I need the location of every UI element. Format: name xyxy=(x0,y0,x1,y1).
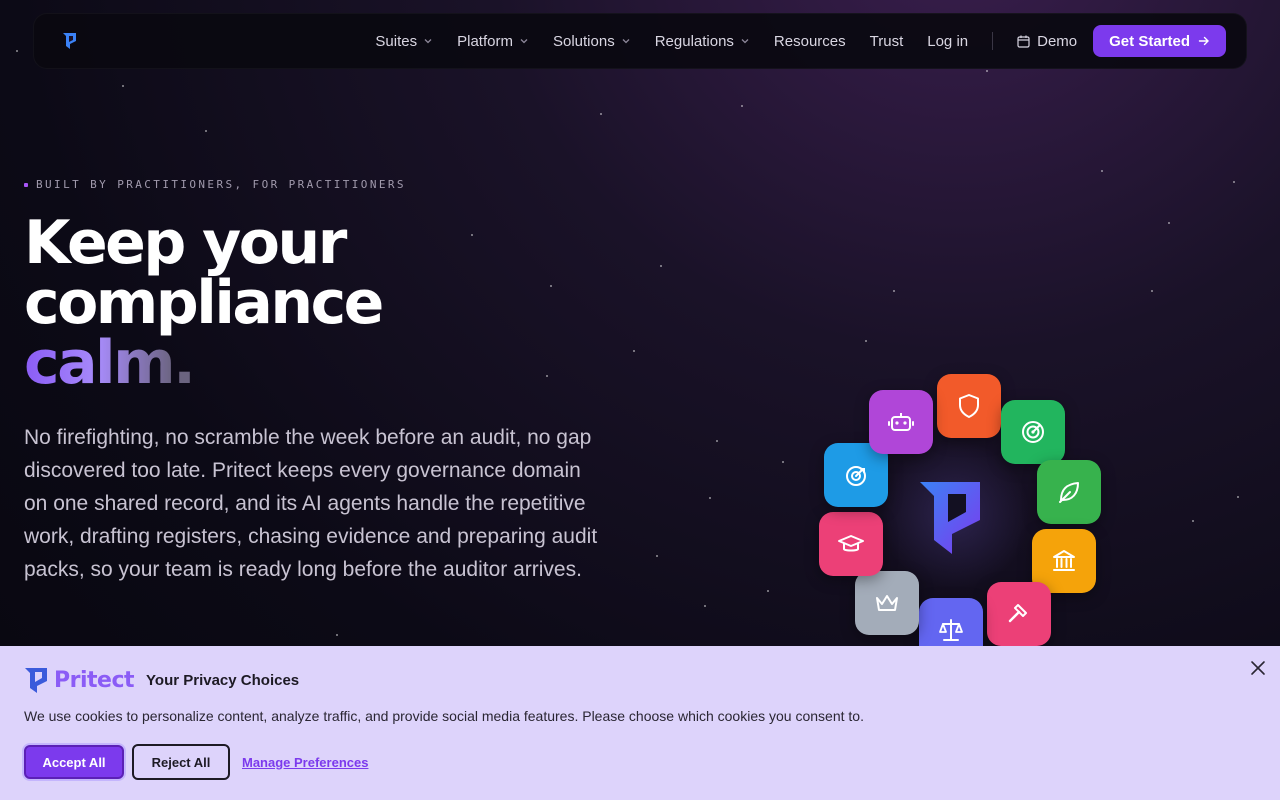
shield-icon xyxy=(959,394,979,418)
hero-eyebrow: BUILT BY PRACTITIONERS, FOR PRACTITIONER… xyxy=(24,178,406,191)
get-started-label: Get Started xyxy=(1109,32,1190,50)
hero-lead-paragraph: No firefighting, no scramble the week be… xyxy=(24,426,598,581)
cookie-actions: Accept All Reject All Manage Preferences xyxy=(24,744,368,780)
eyebrow-dot xyxy=(24,182,28,187)
chevron-down-icon xyxy=(622,39,630,44)
hero-headline: Keep your compliance calm. xyxy=(24,208,384,393)
target-icon xyxy=(846,466,866,486)
radar-icon xyxy=(1022,421,1044,443)
nav-links: Suites Platform Solutions Regulations Re… xyxy=(363,25,1226,57)
orbit-tile-leaf xyxy=(1037,460,1101,524)
chevron-down-icon xyxy=(741,39,749,44)
get-started-button[interactable]: Get Started xyxy=(1093,25,1226,57)
cookie-header: Pritect Your Privacy Choices xyxy=(24,666,299,694)
nav-item-resources[interactable]: Resources xyxy=(762,33,858,50)
orbit-tile-crown xyxy=(855,571,919,635)
nav-label: Suites xyxy=(375,32,418,50)
orbit-tile-gavel xyxy=(987,582,1051,646)
orbit-tile-radar xyxy=(1001,400,1065,464)
accept-all-button[interactable]: Accept All xyxy=(24,745,124,779)
cookie-consent-banner: Pritect Your Privacy Choices We use cook… xyxy=(0,646,1280,800)
calendar-icon xyxy=(1017,35,1030,48)
orbit-tile-shield xyxy=(937,374,1001,438)
headline-line-3: calm. xyxy=(24,333,382,393)
nav-item-regulations[interactable]: Regulations xyxy=(643,33,762,50)
top-navbar: Suites Platform Solutions Regulations Re… xyxy=(33,13,1247,69)
robot-icon xyxy=(888,413,914,431)
close-icon[interactable] xyxy=(1250,660,1266,676)
nav-label: Resources xyxy=(773,32,846,50)
headline-line-1: Keep your xyxy=(24,208,347,278)
demo-link[interactable]: Demo xyxy=(1005,33,1089,50)
orbit-tile-robot xyxy=(869,390,933,454)
pritect-logo-icon[interactable] xyxy=(62,32,78,50)
login-link[interactable]: Log in xyxy=(915,33,980,50)
nav-item-solutions[interactable]: Solutions xyxy=(541,33,643,50)
gavel-icon xyxy=(1008,604,1027,623)
nav-item-trust[interactable]: Trust xyxy=(858,33,916,50)
nav-label: Regulations xyxy=(654,32,734,50)
cookie-brand: Pritect xyxy=(24,666,135,694)
nav-divider xyxy=(992,32,994,50)
leaf-icon xyxy=(1059,482,1079,503)
nav-label: Trust xyxy=(869,32,904,50)
cookie-title: Your Privacy Choices xyxy=(146,671,300,689)
graduation-cap-icon xyxy=(838,535,864,552)
manage-preferences-link[interactable]: Manage Preferences xyxy=(242,755,368,770)
orbit-tile-graduation-cap xyxy=(819,512,883,576)
cookie-description: We use cookies to personalize content, a… xyxy=(24,708,864,724)
login-label: Log in xyxy=(927,32,969,50)
chevron-down-icon xyxy=(424,39,432,44)
headline-accent-word: calm xyxy=(24,328,176,398)
reject-all-button[interactable]: Reject All xyxy=(132,744,230,780)
headline-line-2: compliance xyxy=(24,268,384,338)
demo-label: Demo xyxy=(1037,32,1078,50)
chevron-down-icon xyxy=(520,39,528,44)
headline-period: . xyxy=(173,328,196,398)
pritect-logo-icon xyxy=(25,668,47,693)
brand-wordmark: Pritect xyxy=(54,667,135,693)
nav-label: Platform xyxy=(457,32,513,50)
arrow-right-icon xyxy=(1198,36,1209,46)
nav-item-platform[interactable]: Platform xyxy=(445,33,541,50)
scales-icon xyxy=(939,619,963,641)
bank-icon xyxy=(1053,550,1075,571)
crown-icon xyxy=(876,595,898,611)
nav-item-suites[interactable]: Suites xyxy=(363,33,445,50)
eyebrow-text: BUILT BY PRACTITIONERS, FOR PRACTITIONER… xyxy=(36,178,406,191)
nav-label: Solutions xyxy=(552,32,615,50)
domain-orbit-graphic xyxy=(790,360,1130,662)
pritect-center-logo-icon xyxy=(920,482,980,554)
